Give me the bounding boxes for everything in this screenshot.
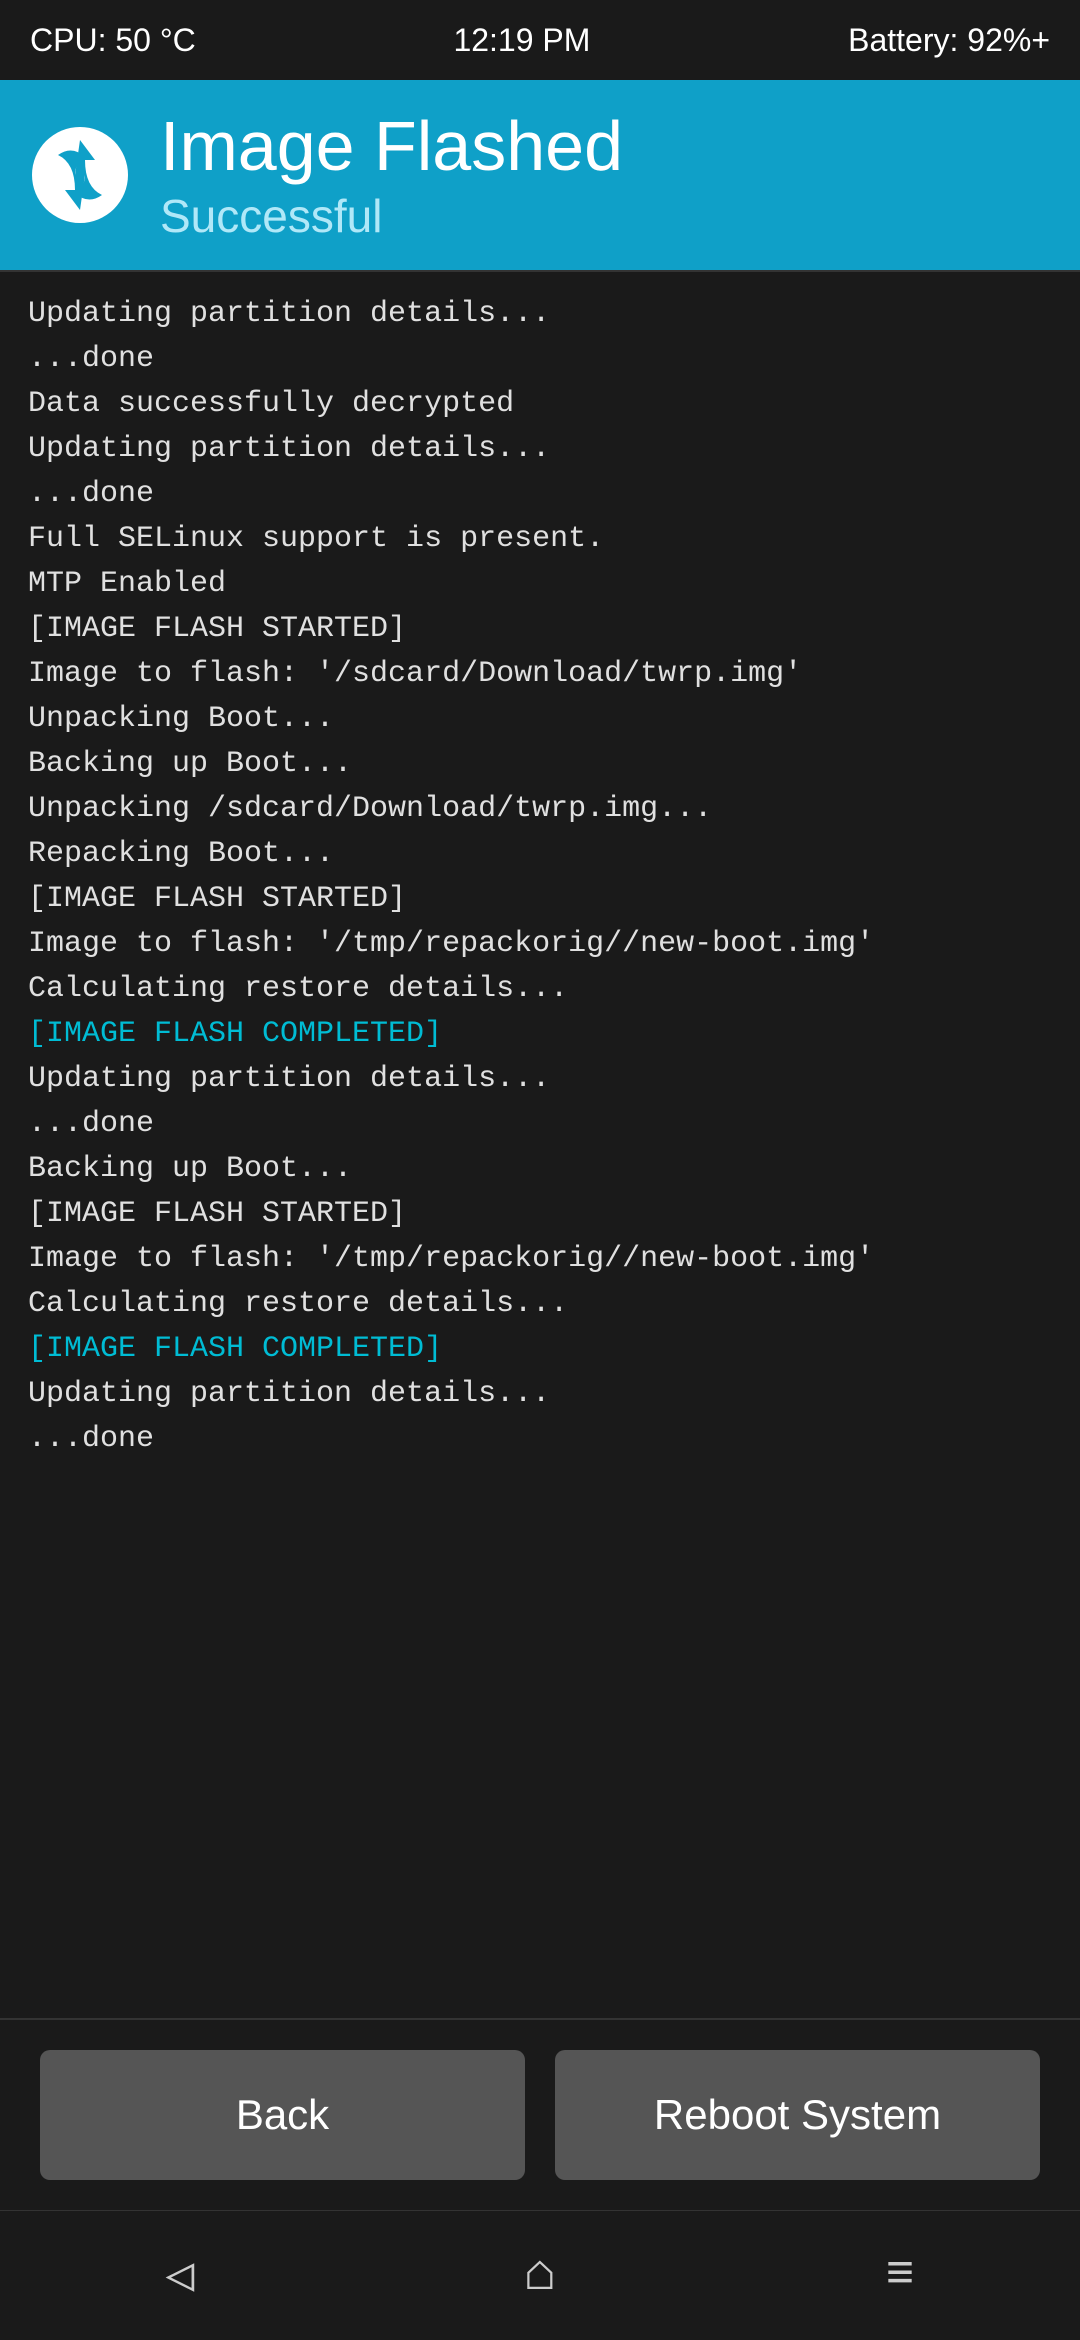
log-line: Repacking Boot... bbox=[28, 832, 1052, 877]
twrp-icon bbox=[30, 125, 130, 225]
log-line: Updating partition details... bbox=[28, 292, 1052, 337]
log-line: ...done bbox=[28, 337, 1052, 382]
log-line: [IMAGE FLASH COMPLETED] bbox=[28, 1012, 1052, 1057]
log-line: Full SELinux support is present. bbox=[28, 517, 1052, 562]
log-line: Backing up Boot... bbox=[28, 742, 1052, 787]
log-line: ...done bbox=[28, 472, 1052, 517]
log-line: Backing up Boot... bbox=[28, 1147, 1052, 1192]
log-line: Updating partition details... bbox=[28, 1372, 1052, 1417]
log-line: Data successfully decrypted bbox=[28, 382, 1052, 427]
log-line: Image to flash: '/tmp/repackorig//new-bo… bbox=[28, 922, 1052, 967]
header-section: Image Flashed Successful bbox=[0, 80, 1080, 270]
button-row: Back Reboot System bbox=[0, 2020, 1080, 2210]
back-button[interactable]: Back bbox=[40, 2050, 525, 2180]
header-subtitle: Successful bbox=[160, 189, 623, 243]
log-line: [IMAGE FLASH STARTED] bbox=[28, 607, 1052, 652]
reboot-system-button[interactable]: Reboot System bbox=[555, 2050, 1040, 2180]
nav-menu-icon[interactable]: ≡ bbox=[850, 2236, 950, 2316]
log-line: [IMAGE FLASH STARTED] bbox=[28, 1192, 1052, 1237]
log-line: ...done bbox=[28, 1102, 1052, 1147]
log-line: Image to flash: '/sdcard/Download/twrp.i… bbox=[28, 652, 1052, 697]
time-display: 12:19 PM bbox=[453, 22, 590, 59]
nav-home-icon[interactable]: ⌂ bbox=[490, 2236, 590, 2316]
status-bar: CPU: 50 °C 12:19 PM Battery: 92%+ bbox=[0, 0, 1080, 80]
log-line: Unpacking Boot... bbox=[28, 697, 1052, 742]
log-line: Updating partition details... bbox=[28, 427, 1052, 472]
log-line: Calculating restore details... bbox=[28, 1282, 1052, 1327]
log-line: Unpacking /sdcard/Download/twrp.img... bbox=[28, 787, 1052, 832]
nav-bar: ◁ ⌂ ≡ bbox=[0, 2210, 1080, 2340]
header-title: Image Flashed bbox=[160, 108, 623, 185]
log-line: Calculating restore details... bbox=[28, 967, 1052, 1012]
nav-back-icon[interactable]: ◁ bbox=[130, 2236, 230, 2316]
log-line: [IMAGE FLASH COMPLETED] bbox=[28, 1327, 1052, 1372]
log-line: MTP Enabled bbox=[28, 562, 1052, 607]
log-line: Updating partition details... bbox=[28, 1057, 1052, 1102]
log-line: [IMAGE FLASH STARTED] bbox=[28, 877, 1052, 922]
battery-status: Battery: 92%+ bbox=[848, 22, 1050, 59]
log-line: Image to flash: '/tmp/repackorig//new-bo… bbox=[28, 1237, 1052, 1282]
cpu-status: CPU: 50 °C bbox=[30, 22, 196, 59]
log-area: Updating partition details......doneData… bbox=[0, 272, 1080, 2018]
header-text-block: Image Flashed Successful bbox=[160, 108, 623, 243]
log-line: ...done bbox=[28, 1417, 1052, 1462]
